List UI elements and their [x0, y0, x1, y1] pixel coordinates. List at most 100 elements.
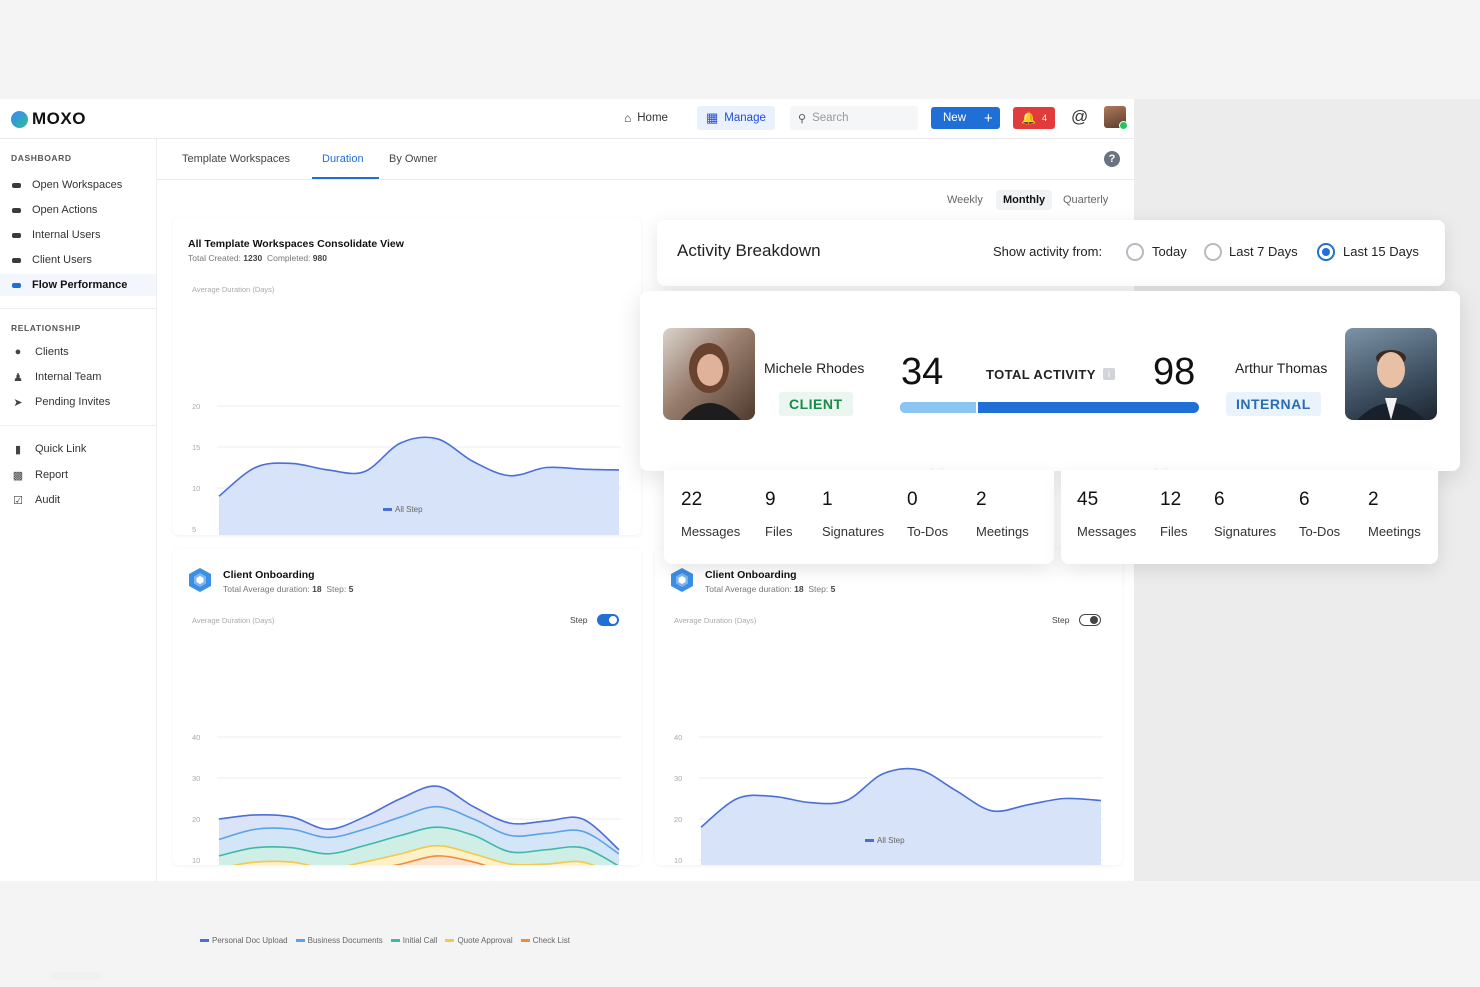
- team-icon: ♟: [13, 371, 23, 384]
- sidebar-item-label: Flow Performance: [32, 279, 128, 291]
- internal-tag: INTERNAL: [1226, 392, 1321, 416]
- sidebar-item-label: Quick Link: [35, 443, 87, 455]
- internal-stats-card: 45 Messages 12 Files 6 Signatures 6 To-D…: [1061, 470, 1438, 564]
- activity-title: Activity Breakdown: [677, 241, 821, 260]
- sidebar-item-flow-performance[interactable]: Flow Performance: [0, 274, 156, 296]
- y-tick-label: 20: [192, 815, 200, 824]
- client-name: Michele Rhodes: [764, 360, 865, 376]
- tab-duration[interactable]: Duration: [322, 153, 364, 165]
- y-tick-label: 40: [192, 733, 200, 742]
- client-photo: [663, 328, 755, 420]
- nav-home[interactable]: ⌂ Home: [624, 106, 668, 130]
- sidebar-item-client-users[interactable]: Client Users: [0, 249, 156, 271]
- new-button-label: New: [943, 112, 967, 124]
- plus-icon: +: [984, 109, 993, 127]
- search-icon: ⚲: [798, 112, 807, 125]
- onboarding-area-chart: 010203040NovDecJanFebMarAprMayJunJulAugS…: [674, 733, 1103, 865]
- new-button[interactable]: New +: [931, 107, 1000, 129]
- internal-todos-label: To-Dos: [1299, 524, 1341, 539]
- sidebar-item-audit[interactable]: ☑ Audit: [0, 489, 156, 511]
- bell-icon: 🔔: [1021, 111, 1036, 125]
- logo-text: MOXO: [32, 109, 86, 128]
- sidebar-item-open-actions[interactable]: Open Actions: [0, 199, 156, 221]
- internal-portrait-icon: [1357, 350, 1425, 420]
- sidebar-item-label: Report: [35, 469, 69, 481]
- y-tick-label: 15: [192, 443, 200, 452]
- top-bar: MOXO ⌂ Home ▦ Manage ⚲ Search New + 🔔 4 …: [0, 99, 1134, 139]
- y-tick-label: 10: [192, 856, 200, 865]
- internal-total-activity: 98: [1153, 351, 1196, 393]
- series-area-all-step: [701, 768, 1101, 865]
- info-icon[interactable]: i: [1103, 368, 1115, 380]
- radio-last-15-days[interactable]: [1317, 243, 1335, 261]
- tab-template-workspaces[interactable]: Template Workspaces: [182, 153, 290, 165]
- total-activity-label: TOTAL ACTIVITY: [986, 367, 1096, 382]
- help-icon[interactable]: ?: [1104, 151, 1120, 167]
- period-quarterly[interactable]: Quarterly: [1063, 190, 1108, 210]
- activity-ratio-client-segment: [900, 402, 978, 413]
- radio-last-7-days-label[interactable]: Last 7 Days: [1229, 244, 1298, 259]
- tab-bar: Template Workspaces Duration By Owner ?: [157, 139, 1134, 180]
- y-tick-label: 20: [192, 402, 200, 411]
- bullet-icon: [12, 182, 21, 188]
- chart-legend: All Step: [865, 836, 905, 845]
- internal-messages-count: 45: [1077, 489, 1099, 510]
- client-todos-label: To-Dos: [907, 524, 949, 539]
- internal-meetings-count: 2: [1368, 489, 1379, 510]
- search-input[interactable]: ⚲ Search: [790, 106, 918, 130]
- sidebar-item-quick-link[interactable]: ▮ Quick Link: [0, 438, 156, 460]
- sidebar-item-label: Clients: [35, 346, 69, 358]
- radio-last-15-days-label[interactable]: Last 15 Days: [1343, 244, 1419, 259]
- y-tick-label: 30: [674, 774, 682, 783]
- client-signatures-count: 1: [822, 489, 833, 510]
- nav-manage-label: Manage: [724, 112, 766, 124]
- legend-item: All Step: [865, 836, 905, 845]
- sidebar-item-internal-users[interactable]: Internal Users: [0, 224, 156, 246]
- nav-manage[interactable]: ▦ Manage: [697, 106, 775, 130]
- internal-photo: [1345, 328, 1437, 420]
- legend-item: All Step: [383, 505, 423, 514]
- radio-today[interactable]: [1126, 243, 1144, 261]
- client-onboarding-card-left: Client Onboarding Total Average duration…: [173, 549, 641, 945]
- client-files-count: 9: [765, 489, 776, 510]
- sidebar-item-pending-invites[interactable]: ➤ Pending Invites: [0, 391, 156, 413]
- client-portrait-icon: [681, 343, 741, 420]
- document-icon: ▮: [14, 443, 22, 456]
- sidebar-item-report[interactable]: ▩ Report: [0, 464, 156, 486]
- sidebar-item-label: Client Users: [32, 254, 92, 266]
- legend-item: Check List: [520, 936, 570, 945]
- sidebar-item-clients[interactable]: ● Clients: [0, 341, 156, 363]
- user-avatar[interactable]: [1104, 106, 1128, 130]
- sidebar: DASHBOARD Open Workspaces Open Actions I…: [0, 139, 157, 881]
- onboarding-stacked-area-chart: 010203040NovDecJanFebMarAprMayJunJulAugS…: [192, 733, 621, 865]
- sidebar-item-internal-team[interactable]: ♟ Internal Team: [0, 366, 156, 388]
- internal-files-label: Files: [1160, 524, 1188, 539]
- radio-today-label[interactable]: Today: [1152, 244, 1187, 259]
- legend-item: Business Documents: [295, 936, 383, 945]
- notifications-button[interactable]: 🔔 4: [1013, 107, 1055, 129]
- activity-range-label: Show activity from:: [993, 244, 1103, 259]
- client-files-label: Files: [765, 524, 793, 539]
- sidebar-item-label: Internal Team: [35, 371, 102, 383]
- sidebar-section-dashboard: DASHBOARD: [11, 153, 72, 163]
- internal-files-count: 12: [1160, 489, 1182, 510]
- tab-by-owner[interactable]: By Owner: [389, 153, 437, 165]
- tab-underline: [312, 177, 379, 179]
- footer-logo-faded: [50, 972, 102, 980]
- internal-signatures-count: 6: [1214, 489, 1225, 510]
- mentions-icon[interactable]: @: [1071, 107, 1088, 127]
- sidebar-item-label: Internal Users: [32, 229, 101, 241]
- notifications-count: 4: [1041, 113, 1047, 123]
- logo[interactable]: MOXO: [11, 109, 86, 129]
- period-monthly[interactable]: Monthly: [996, 190, 1053, 210]
- sidebar-item-open-workspaces[interactable]: Open Workspaces: [0, 174, 156, 196]
- sidebar-item-label: Open Actions: [32, 204, 98, 216]
- radio-last-7-days[interactable]: [1204, 243, 1222, 261]
- grid-icon: ▦: [706, 110, 719, 125]
- home-icon: ⌂: [624, 111, 632, 125]
- period-weekly[interactable]: Weekly: [947, 190, 983, 210]
- user-circle-icon: ●: [14, 346, 22, 358]
- consolidated-chart-card: All Template Workspaces Consolidate View…: [173, 218, 641, 535]
- client-signatures-label: Signatures: [822, 524, 885, 539]
- logo-mark-icon: [11, 110, 28, 128]
